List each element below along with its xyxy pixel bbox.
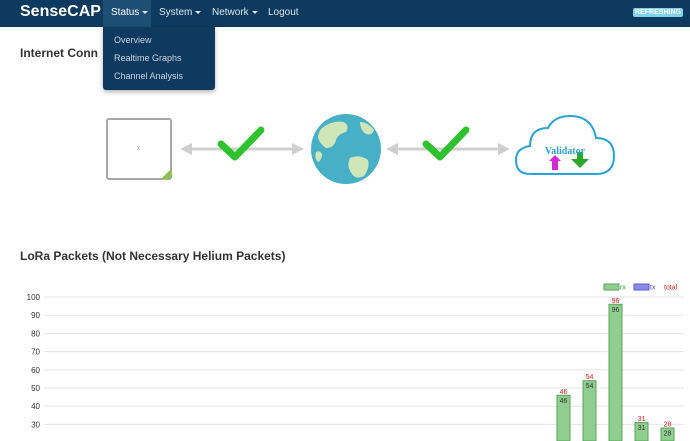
bar-rx	[608, 303, 623, 441]
bar-total-label: 31	[638, 416, 646, 423]
chevron-down-icon	[195, 10, 202, 14]
nav-status-label: Status	[111, 7, 140, 18]
brand-logo[interactable]: SenseCAP	[20, 3, 101, 21]
nav-system-label: System	[159, 7, 193, 18]
connection-diagram: Validator	[180, 114, 616, 184]
legend-tx-label: tx	[650, 285, 656, 292]
bar-total-label: 96	[612, 298, 620, 305]
y-tick-label: 100	[27, 293, 41, 302]
nav-logout[interactable]: Logout	[268, 7, 299, 18]
chevron-down-icon	[251, 10, 258, 14]
checkmark-icon	[422, 126, 470, 161]
y-tick-label: 40	[31, 402, 40, 411]
legend-tx-swatch	[633, 283, 650, 291]
bar-rx-label: 46	[560, 398, 568, 405]
chevron-down-icon	[142, 10, 149, 14]
lora-section-title: LoRa Packets (Not Necessary Helium Packe…	[20, 249, 286, 263]
chart-legend: rx tx total	[603, 283, 678, 292]
legend-total-label: total	[664, 285, 678, 292]
nav-status[interactable]: Status	[103, 0, 151, 27]
bar-rx-label: 31	[638, 425, 646, 432]
bar-rx-label: 96	[612, 307, 620, 314]
nav-network[interactable]: Network	[212, 7, 258, 18]
menu-item-overview[interactable]: Overview	[114, 35, 152, 45]
legend-rx-swatch	[603, 283, 620, 291]
nav-system[interactable]: System	[159, 7, 202, 18]
menu-item-channel-analysis[interactable]: Channel Analysis	[114, 71, 183, 81]
y-tick-label: 70	[31, 348, 40, 357]
y-axis-ticks: 100 90 80 70 60 50 40 30	[27, 293, 41, 429]
legend-rx-label: rx	[620, 285, 626, 292]
internet-section-title: Internet Conn	[20, 46, 98, 60]
validator-cloud-icon	[514, 114, 616, 175]
y-tick-label: 80	[31, 329, 40, 338]
globe-icon	[311, 114, 381, 184]
bar-rx-label: 54	[586, 383, 594, 390]
y-tick-label: 90	[31, 311, 40, 320]
y-tick-label: 60	[31, 366, 40, 375]
navbar: SenseCAP Status System Network Logout RE…	[0, 0, 690, 27]
bar-total-label: 28	[664, 422, 672, 429]
checkmark-icon	[217, 126, 265, 161]
y-tick-label: 30	[31, 420, 40, 429]
bar-total-label: 54	[586, 374, 594, 381]
nav-network-label: Network	[212, 7, 249, 18]
validator-label: Validator	[545, 146, 586, 157]
lora-chart: 100 90 80 70 60 50 40 30 46 46 54 54 96 96 31 31 28 28 r…	[27, 283, 684, 441]
bar-total-label: 46	[560, 389, 568, 396]
refreshing-badge[interactable]: REFRESHING	[633, 8, 683, 17]
menu-item-realtime-graphs[interactable]: Realtime Graphs	[114, 53, 182, 63]
status-dropdown-menu: Overview Realtime Graphs Channel Analysi…	[103, 27, 215, 90]
bar-rx-label: 28	[664, 431, 672, 438]
y-tick-label: 50	[31, 384, 40, 393]
